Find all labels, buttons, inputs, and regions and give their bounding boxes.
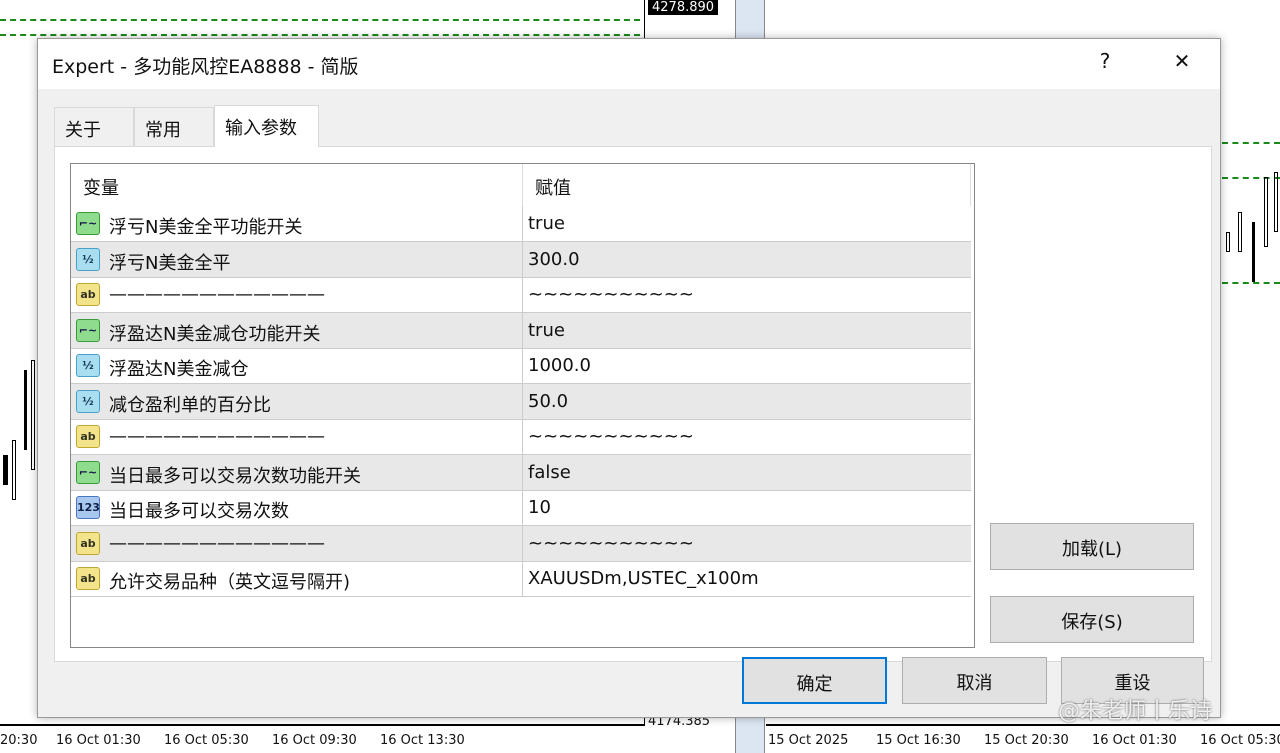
variable-value[interactable]: ~~~~~~~~~~~ <box>528 426 694 447</box>
string-type-icon: ab <box>76 567 100 590</box>
column-divider <box>522 241 523 278</box>
save-button[interactable]: 保存(S) <box>990 596 1194 643</box>
string-type-icon: ab <box>76 283 100 306</box>
bool-type-icon: ⌐~ <box>76 318 100 342</box>
candles <box>1222 172 1280 287</box>
axis-label: 16 Oct 01:30 <box>1092 733 1177 748</box>
axis-label: 20:30 <box>0 733 38 748</box>
int-type-icon: 123 <box>76 496 100 519</box>
ok-button[interactable]: 确定 <box>742 657 887 704</box>
variable-value[interactable]: 300.0 <box>528 249 580 270</box>
table-row[interactable]: 123 当日最多可以交易次数 10 <box>71 490 971 526</box>
axis-label: 16 Oct 05:30 <box>1200 733 1280 748</box>
variable-name: 浮亏N美金全平功能开关 <box>109 217 303 238</box>
help-button[interactable]: ? <box>1085 49 1125 79</box>
column-header-value[interactable]: 赋值 <box>523 164 971 206</box>
variable-value[interactable]: false <box>528 462 571 483</box>
axis-label: 15 Oct 2025 <box>768 733 849 748</box>
variable-name: ———————————— <box>109 532 325 554</box>
axis-label: 16 Oct 09:30 <box>272 733 357 748</box>
variable-name: 浮亏N美金全平 <box>109 252 231 274</box>
column-divider <box>522 561 523 597</box>
variable-value[interactable]: ~~~~~~~~~~~ <box>528 284 694 305</box>
inputs-table: 变量 赋值 ⌐~ 浮亏N美金全平功能开关 true ½ 浮亏N美金全平 300.0… <box>70 163 975 648</box>
dialog-title: Expert - 多功能风控EA8888 - 简版 <box>52 56 359 78</box>
string-type-icon: ab <box>76 531 100 555</box>
axis-label: 15 Oct 20:30 <box>984 733 1069 748</box>
column-divider <box>522 383 523 420</box>
variable-name: 浮盈达N美金减仓功能开关 <box>109 323 321 345</box>
variable-name: 允许交易品种（英文逗号隔开) <box>109 572 351 593</box>
variable-name: 当日最多可以交易次数功能开关 <box>109 465 361 487</box>
column-header-variable[interactable]: 变量 <box>71 164 523 206</box>
column-divider <box>522 348 523 384</box>
variable-value[interactable]: 50.0 <box>528 391 568 412</box>
variable-value[interactable]: true <box>528 320 565 341</box>
variable-name: ———————————— <box>109 284 325 305</box>
axis-label: 16 Oct 01:30 <box>56 733 141 748</box>
variable-name: 减仓盈利单的百分比 <box>109 394 271 416</box>
candles <box>0 360 38 510</box>
title-bar[interactable]: Expert - 多功能风控EA8888 - 简版 ? ✕ <box>38 39 1220 89</box>
string-type-icon: ab <box>76 425 100 448</box>
double-type-icon: ½ <box>76 247 100 271</box>
double-type-icon: ½ <box>76 389 100 413</box>
table-row[interactable]: ⌐~ 浮盈达N美金减仓功能开关 true <box>71 312 971 349</box>
column-divider <box>522 525 523 562</box>
tab-common[interactable]: 常用 <box>134 107 214 147</box>
column-divider <box>522 419 523 455</box>
variable-value[interactable]: XAUUSDm,USTEC_x100m <box>528 568 759 589</box>
table-row[interactable]: ab ———————————— ~~~~~~~~~~~ <box>71 525 971 562</box>
column-divider <box>522 206 523 242</box>
table-row[interactable]: ½ 浮亏N美金全平 300.0 <box>71 241 971 278</box>
variable-value[interactable]: ~~~~~~~~~~~ <box>528 533 694 554</box>
column-divider <box>522 454 523 491</box>
tab-inputs[interactable]: 输入参数 <box>214 105 319 147</box>
tab-about[interactable]: 关于 <box>54 107 134 147</box>
axis-label: 16 Oct 05:30 <box>164 733 249 748</box>
variable-value[interactable]: 1000.0 <box>528 355 591 376</box>
variable-name: 浮盈达N美金减仓 <box>109 359 249 380</box>
variable-value[interactable]: 10 <box>528 497 551 518</box>
watermark: @朱老师丨乐诗 <box>1058 699 1213 724</box>
column-divider <box>522 312 523 349</box>
axis-label: 16 Oct 13:30 <box>380 733 465 748</box>
axis-label: 15 Oct 16:30 <box>876 733 961 748</box>
table-row[interactable]: ½ 浮盈达N美金减仓 1000.0 <box>71 348 971 384</box>
table-row[interactable]: ab ———————————— ~~~~~~~~~~~ <box>71 277 971 313</box>
variable-value[interactable]: true <box>528 213 565 234</box>
table-row[interactable]: ½ 减仓盈利单的百分比 50.0 <box>71 383 971 420</box>
variable-name: ———————————— <box>109 426 325 447</box>
table-row[interactable]: ⌐~ 当日最多可以交易次数功能开关 false <box>71 454 971 491</box>
table-row[interactable]: ⌐~ 浮亏N美金全平功能开关 true <box>71 206 971 242</box>
bool-type-icon: ⌐~ <box>76 212 100 235</box>
cancel-button[interactable]: 取消 <box>902 657 1047 704</box>
column-divider <box>522 277 523 313</box>
double-type-icon: ½ <box>76 354 100 377</box>
price-label-top: 4278.890 <box>648 0 719 15</box>
table-row[interactable]: ab ———————————— ~~~~~~~~~~~ <box>71 419 971 455</box>
table-row[interactable]: ab 允许交易品种（英文逗号隔开) XAUUSDm,USTEC_x100m <box>71 561 971 597</box>
column-divider <box>522 490 523 526</box>
load-button[interactable]: 加载(L) <box>990 523 1194 570</box>
bool-type-icon: ⌐~ <box>76 460 100 484</box>
expert-dialog: Expert - 多功能风控EA8888 - 简版 ? ✕ 关于 常用 输入参数… <box>37 38 1221 718</box>
close-button[interactable]: ✕ <box>1162 49 1202 79</box>
variable-name: 当日最多可以交易次数 <box>109 501 289 522</box>
